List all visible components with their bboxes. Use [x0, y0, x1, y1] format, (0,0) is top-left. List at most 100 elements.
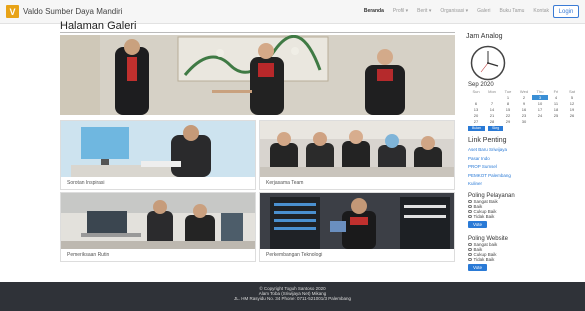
calendar-day[interactable]: 13: [468, 107, 484, 112]
hero-photo: [60, 35, 455, 115]
calendar-day-header: Sat: [568, 89, 575, 94]
calendar-day[interactable]: 5: [564, 95, 580, 100]
link-item[interactable]: Kuliner: [468, 181, 580, 190]
calendar-day[interactable]: 1: [500, 95, 516, 100]
calendar-day-header: Fri: [553, 89, 559, 94]
calendar-day[interactable]: 24: [532, 113, 548, 118]
calendar-day[interactable]: 7: [484, 101, 500, 106]
calendar-day[interactable]: 28: [484, 119, 500, 124]
vote-button[interactable]: Vote: [468, 221, 487, 228]
calendar: Sep 2020 Sun Mon Tue Wed Thu Fri Sat 1 2 3 4 5 6 7 8 9 1…: [468, 82, 580, 131]
nav-galeri[interactable]: Galeri: [477, 8, 490, 14]
calendar-day[interactable]: 6: [468, 101, 484, 106]
poll-option[interactable]: Tidak Baik: [468, 214, 580, 219]
gallery-card[interactable]: Pemeriksaan Rutin: [60, 192, 256, 262]
gallery-caption: Sorotan Inspirasi: [67, 180, 105, 186]
service-poll: Poling Pelayanan Sangat Baik Baik Cukup …: [468, 193, 580, 228]
calendar-day[interactable]: 14: [484, 107, 500, 112]
vote-button[interactable]: Vote: [468, 264, 487, 271]
calendar-day[interactable]: 11: [548, 101, 564, 106]
link-item[interactable]: PEMKOT Palembang: [468, 173, 580, 182]
link-item[interactable]: Aset Baru Sriwijaya: [468, 147, 580, 156]
calendar-day[interactable]: 21: [484, 113, 500, 118]
radio-icon[interactable]: [468, 214, 472, 219]
radio-icon[interactable]: [468, 247, 472, 252]
website-poll: Poling Website Sangat baik Baik Cukup Ba…: [468, 236, 580, 271]
gallery-card[interactable]: Kerjasama Team: [259, 120, 455, 190]
radio-icon[interactable]: [468, 199, 472, 204]
calendar-day[interactable]: 29: [500, 119, 516, 124]
calendar-day[interactable]: 27: [468, 119, 484, 124]
calendar-day: [564, 119, 580, 124]
important-links: Link Penting Aset Baru Sriwijaya Pasar I…: [468, 137, 580, 190]
clock-widget: Jam Analog: [466, 33, 581, 40]
link-item[interactable]: PROP Sumsel: [468, 164, 580, 173]
nav-profil[interactable]: Profil ▾: [393, 8, 408, 14]
calendar-day[interactable]: 12: [564, 101, 580, 106]
gallery-caption: Pemeriksaan Rutin: [67, 252, 110, 258]
radio-icon[interactable]: [468, 204, 472, 209]
radio-icon[interactable]: [468, 257, 472, 262]
main-nav: Beranda Profil ▾ Berit ▾ Organisasi ▾ Ga…: [364, 8, 549, 14]
calendar-day[interactable]: 26: [564, 113, 580, 118]
calendar-day[interactable]: 15: [500, 107, 516, 112]
calendar-day[interactable]: 19: [564, 107, 580, 112]
radio-icon[interactable]: [468, 242, 472, 247]
poll-option-label: Tidak Baik: [473, 214, 495, 219]
radio-icon[interactable]: [468, 209, 472, 214]
calendar-day[interactable]: 2: [516, 95, 532, 100]
calendar-day[interactable]: 22: [500, 113, 516, 118]
gallery-card[interactable]: Perkembangan Teknologi: [259, 192, 455, 262]
nav-kontak[interactable]: Kontak: [533, 8, 549, 14]
calendar-day[interactable]: 9: [516, 101, 532, 106]
gallery-caption: Kerjasama Team: [266, 180, 304, 186]
calendar-day[interactable]: 23: [516, 113, 532, 118]
calendar-day[interactable]: 8: [500, 101, 516, 106]
gallery-photo: [260, 121, 454, 177]
poll-option[interactable]: Tidak Baik: [468, 257, 580, 262]
title-divider: [60, 32, 455, 33]
radio-icon[interactable]: [468, 252, 472, 257]
calendar-day[interactable]: 3: [532, 95, 548, 100]
nav-beranda[interactable]: Beranda: [364, 8, 384, 14]
calendar-day[interactable]: 25: [548, 113, 564, 118]
brand[interactable]: V Valdo Sumber Daya Mandiri: [6, 5, 122, 18]
gallery-caption: Perkembangan Teknologi: [266, 252, 323, 258]
nav-organisasi[interactable]: Organisasi ▾: [440, 8, 468, 14]
calendar-button[interactable]: Skrg: [487, 126, 504, 131]
calendar-day-header: Thu: [536, 89, 544, 94]
links-title: Link Penting: [468, 137, 507, 144]
nav-berita[interactable]: Berit ▾: [417, 8, 431, 14]
gallery-photo: [61, 193, 255, 249]
clock-title: Jam Analog: [466, 33, 503, 40]
calendar-day[interactable]: 30: [516, 119, 532, 124]
calendar-day-header: Mon: [488, 89, 496, 94]
calendar-day-header: Tue: [504, 89, 512, 94]
calendar-day[interactable]: 16: [516, 107, 532, 112]
footer: © Copyright Toguh Santoso 2020 Alam Toba…: [0, 282, 585, 311]
calendar-day[interactable]: 18: [548, 107, 564, 112]
page-title: Halaman Galeri: [60, 20, 137, 32]
poll-option-label: Tidak Baik: [473, 257, 495, 262]
gallery-photo: [260, 193, 454, 249]
gallery-photo: [61, 121, 255, 177]
calendar-day: [532, 119, 548, 124]
brand-logo: V: [6, 5, 19, 18]
analog-clock: [470, 45, 506, 86]
calendar-day[interactable]: 10: [532, 101, 548, 106]
link-item[interactable]: Pasar Indo: [468, 156, 580, 165]
calendar-day[interactable]: 17: [532, 107, 548, 112]
calendar-day-header: Sun: [472, 89, 480, 94]
nav-buku-tamu[interactable]: Buku Tamu: [500, 8, 525, 14]
calendar-button[interactable]: Bulan: [468, 126, 485, 131]
login-button[interactable]: Login: [553, 5, 579, 18]
calendar-month: Sep 2020: [468, 82, 494, 88]
calendar-day[interactable]: 4: [548, 95, 564, 100]
calendar-day[interactable]: 20: [468, 113, 484, 118]
calendar-day: [484, 95, 500, 100]
calendar-buttons: Bulan Skrg: [468, 126, 580, 131]
calendar-grid: Sun Mon Tue Wed Thu Fri Sat 1 2 3 4 5 6 7 8 9 10 11 12 13 14…: [468, 89, 580, 124]
calendar-day: [468, 95, 484, 100]
gallery-card[interactable]: Sorotan Inspirasi: [60, 120, 256, 190]
brand-name: Valdo Sumber Daya Mandiri: [23, 7, 123, 16]
